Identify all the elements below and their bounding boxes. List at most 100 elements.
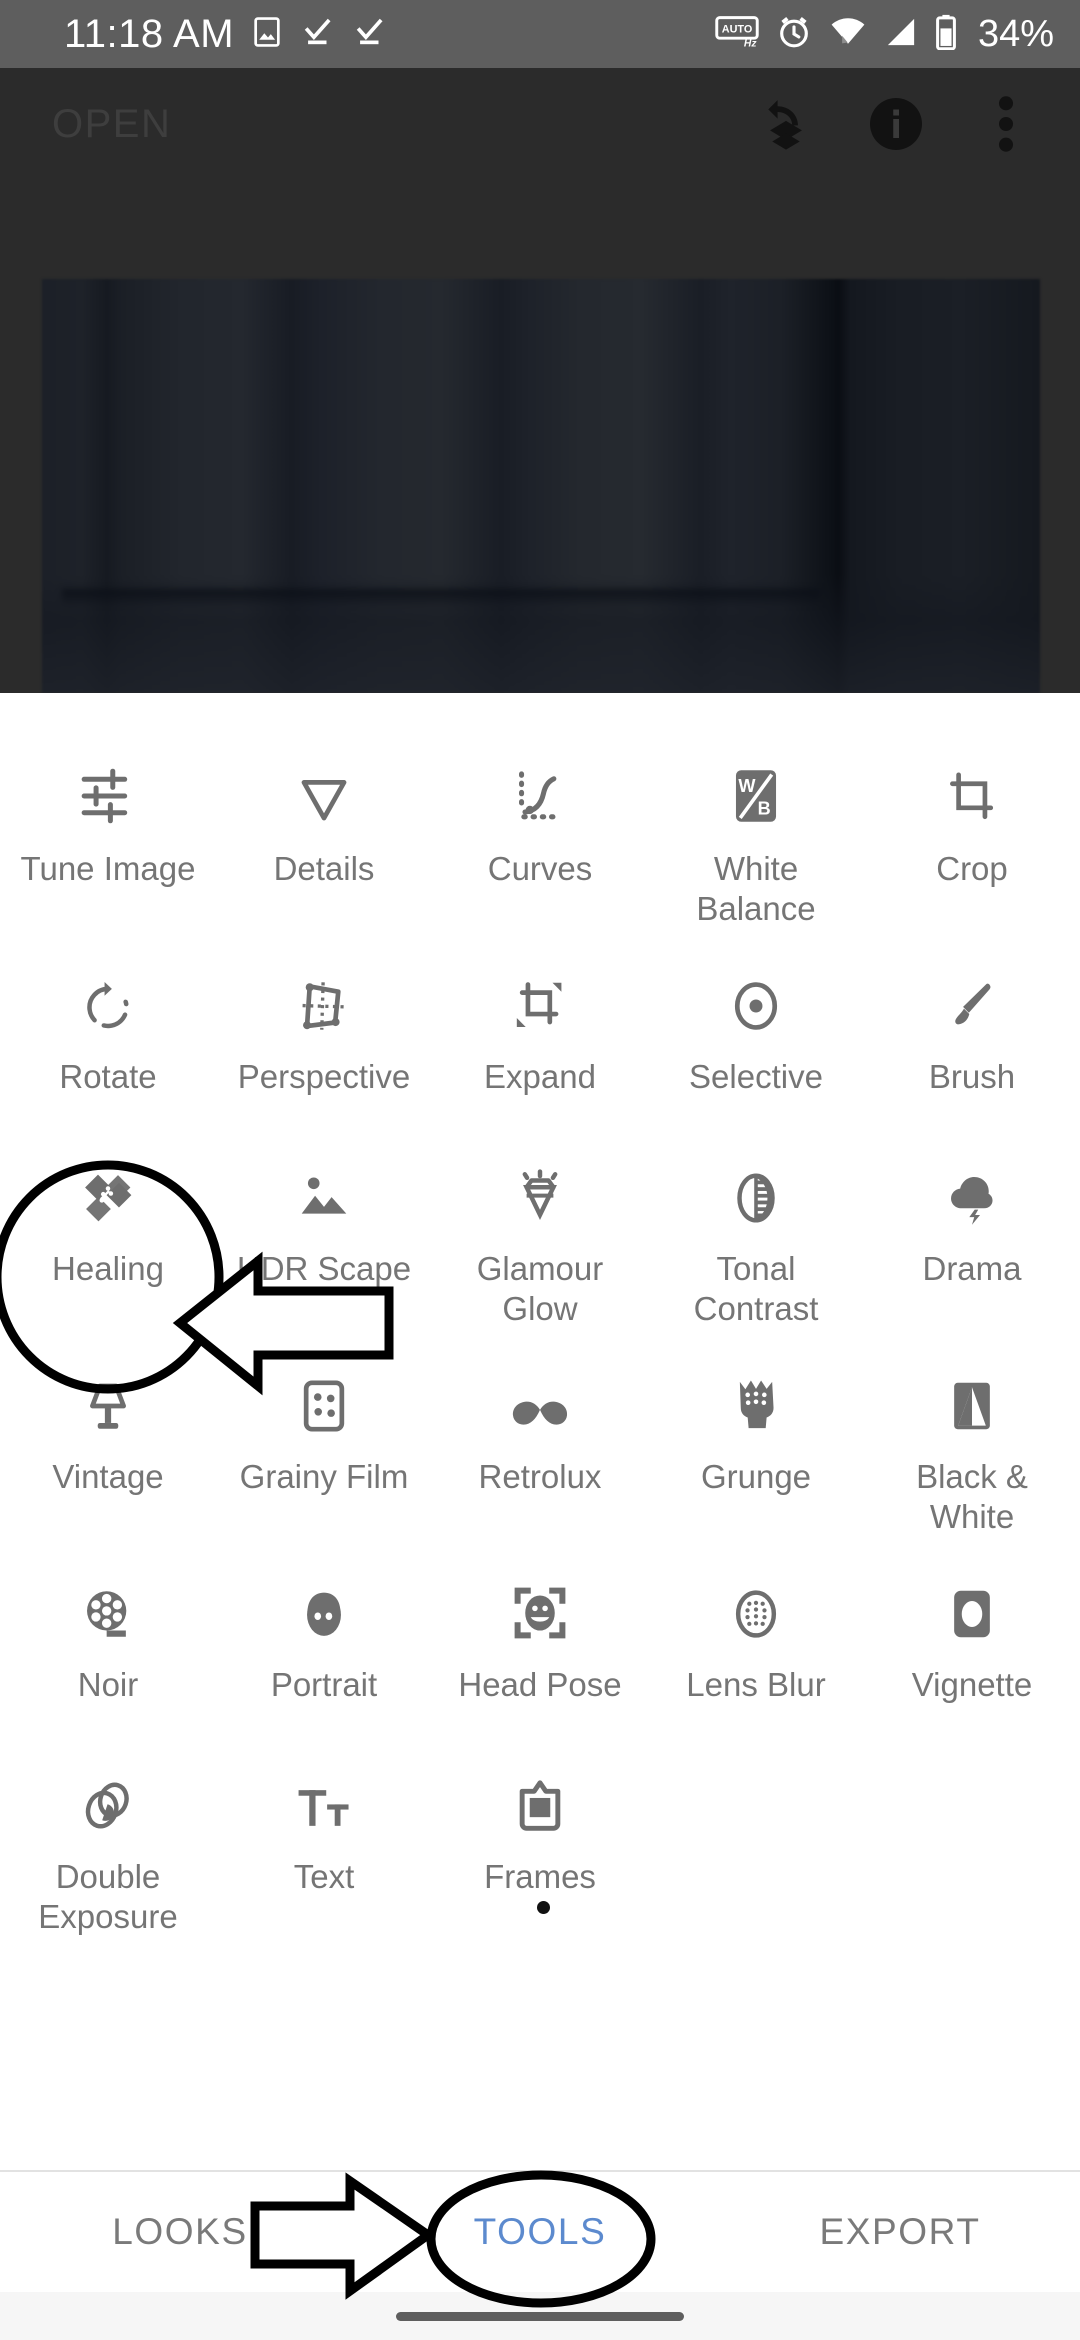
preview-image[interactable] bbox=[42, 279, 1040, 693]
open-button[interactable]: OPEN bbox=[52, 102, 171, 147]
tool-label: Vignette bbox=[911, 1666, 1033, 1703]
tool-label: Grainy Film bbox=[239, 1458, 409, 1495]
selective-icon bbox=[728, 961, 784, 1035]
tool-label: Rotate bbox=[59, 1058, 157, 1095]
nav-tab-looks[interactable]: LOOKS bbox=[0, 2211, 360, 2253]
tool-label: Text bbox=[293, 1858, 355, 1895]
tool-label: Brush bbox=[928, 1058, 1016, 1095]
status-bar-clock: 11:18 AM bbox=[64, 12, 235, 56]
undo-stack-icon[interactable] bbox=[754, 92, 818, 156]
tools-grid: Tune Image Details Curves W B White Bala… bbox=[0, 693, 1080, 2170]
tools-row: Noir Portrait Head Pose Lens Blur Vignet… bbox=[0, 1565, 1080, 1757]
cellular-signal-icon bbox=[884, 15, 918, 54]
tool-tune-image[interactable]: Tune Image bbox=[0, 749, 216, 957]
tool-label: Black & White bbox=[916, 1458, 1028, 1536]
tool-label: Noir bbox=[77, 1666, 139, 1703]
tool-details[interactable]: Details bbox=[216, 749, 432, 957]
healing-bandage-icon bbox=[77, 1153, 139, 1227]
crop-icon bbox=[943, 753, 1001, 827]
tools-row: Rotate Perspective Expand Selective Brus… bbox=[0, 957, 1080, 1149]
tool-healing[interactable]: Healing bbox=[0, 1149, 216, 1357]
tool-label: Healing bbox=[52, 1250, 164, 1287]
tool-hdr-scape[interactable]: HDR Scape bbox=[216, 1149, 432, 1357]
tools-row: Vintage Grainy Film Retrolux Grunge Blac… bbox=[0, 1357, 1080, 1565]
tool-tonal-contrast[interactable]: Tonal Contrast bbox=[648, 1149, 864, 1357]
tool-lens-blur[interactable]: Lens Blur bbox=[648, 1565, 864, 1757]
tools-row: Healing HDR Scape Glamour Glow Tonal Con… bbox=[0, 1149, 1080, 1357]
tool-portrait[interactable]: Portrait bbox=[216, 1565, 432, 1757]
tool-label: Portrait bbox=[270, 1666, 378, 1703]
rotate-icon bbox=[80, 961, 136, 1035]
brush-icon bbox=[944, 961, 1000, 1035]
alarm-icon bbox=[776, 14, 812, 55]
nav-tab-tools[interactable]: TOOLS bbox=[360, 2211, 720, 2253]
tool-frames[interactable]: Frames bbox=[432, 1757, 648, 1965]
image-icon bbox=[250, 15, 284, 54]
tool-label: Details bbox=[273, 850, 375, 887]
tool-label: Curves bbox=[487, 850, 593, 887]
task-complete-icon bbox=[300, 15, 336, 54]
lens-blur-icon bbox=[729, 1569, 783, 1643]
portrait-face-icon bbox=[297, 1569, 351, 1643]
tool-label: Retrolux bbox=[478, 1458, 602, 1495]
tool-text[interactable]: Text bbox=[216, 1757, 432, 1965]
tool-label: HDR Scape bbox=[236, 1250, 412, 1287]
tool-label: Frames bbox=[484, 1858, 596, 1895]
tool-head-pose[interactable]: Head Pose bbox=[432, 1565, 648, 1757]
tool-brush[interactable]: Brush bbox=[864, 957, 1080, 1149]
lamp-icon bbox=[81, 1361, 135, 1435]
double-exposure-icon bbox=[79, 1761, 137, 1835]
tool-label: Expand bbox=[484, 1058, 596, 1095]
tool-perspective[interactable]: Perspective bbox=[216, 957, 432, 1149]
tool-label: Double Exposure bbox=[38, 1858, 178, 1936]
svg-text:Hz: Hz bbox=[744, 38, 757, 48]
tool-selective[interactable]: Selective bbox=[648, 957, 864, 1149]
tool-grunge[interactable]: Grunge bbox=[648, 1357, 864, 1565]
gesture-home-bar[interactable] bbox=[396, 2312, 684, 2321]
tool-label: Tonal Contrast bbox=[693, 1250, 819, 1328]
tool-vignette[interactable]: Vignette bbox=[864, 1565, 1080, 1757]
task-complete-icon bbox=[352, 15, 388, 54]
photo-preview-area[interactable] bbox=[0, 180, 1080, 693]
app-bar-actions bbox=[754, 92, 1052, 156]
sliders-icon bbox=[77, 753, 139, 827]
tools-row: Tune Image Details Curves W B White Bala… bbox=[0, 749, 1080, 957]
tool-rotate[interactable]: Rotate bbox=[0, 957, 216, 1149]
tool-label: Grunge bbox=[700, 1458, 812, 1495]
tool-label: Tune Image bbox=[20, 850, 196, 887]
tool-drama[interactable]: Drama bbox=[864, 1149, 1080, 1357]
tool-expand[interactable]: Expand bbox=[432, 957, 648, 1149]
vignette-icon bbox=[946, 1569, 998, 1643]
svg-text:B: B bbox=[758, 799, 771, 819]
tool-label: Lens Blur bbox=[686, 1666, 826, 1703]
text-icon bbox=[295, 1761, 353, 1835]
tool-vintage[interactable]: Vintage bbox=[0, 1357, 216, 1565]
info-icon[interactable] bbox=[864, 92, 928, 156]
hdr-scape-icon bbox=[295, 1153, 353, 1227]
tool-retrolux[interactable]: Retrolux bbox=[432, 1357, 648, 1565]
tool-glamour-glow[interactable]: Glamour Glow bbox=[432, 1149, 648, 1357]
tool-crop[interactable]: Crop bbox=[864, 749, 1080, 957]
tool-grainy-film[interactable]: Grainy Film bbox=[216, 1357, 432, 1565]
overflow-menu-icon[interactable] bbox=[974, 92, 1038, 156]
tool-white-balance[interactable]: W B White Balance bbox=[648, 749, 864, 957]
tool-empty-slot bbox=[648, 1757, 864, 1965]
tool-noir[interactable]: Noir bbox=[0, 1565, 216, 1757]
black-white-icon bbox=[946, 1361, 998, 1435]
tool-double-exposure[interactable]: Double Exposure bbox=[0, 1757, 216, 1965]
tool-black-white[interactable]: Black & White bbox=[864, 1357, 1080, 1565]
battery-percent-label: 34% bbox=[977, 12, 1054, 55]
tool-label: Head Pose bbox=[458, 1666, 622, 1703]
nav-tab-export[interactable]: EXPORT bbox=[720, 2211, 1080, 2253]
tool-label: Drama bbox=[922, 1250, 1022, 1287]
auto-hz-icon: AUTO Hz bbox=[715, 15, 759, 54]
glamour-glow-icon bbox=[511, 1153, 569, 1227]
status-bar: 11:18 AM AUTO Hz 34% bbox=[0, 0, 1080, 68]
status-bar-left: 11:18 AM bbox=[64, 14, 388, 54]
svg-text:AUTO: AUTO bbox=[722, 23, 753, 35]
tool-label: Crop bbox=[936, 850, 1008, 887]
battery-icon bbox=[935, 14, 957, 55]
app-bar: OPEN bbox=[0, 68, 1080, 180]
tool-curves[interactable]: Curves bbox=[432, 749, 648, 957]
perspective-icon bbox=[295, 961, 353, 1035]
